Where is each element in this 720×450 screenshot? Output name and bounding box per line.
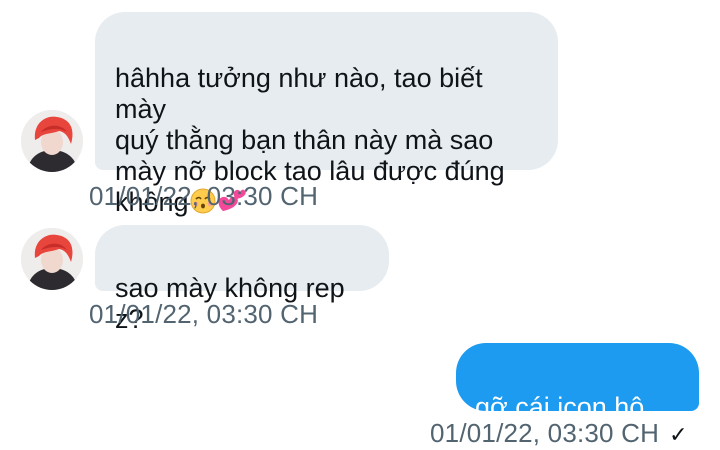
avatar[interactable] xyxy=(21,110,83,172)
message-bubble-incoming[interactable]: hâhha tưởng như nào, tao biết mày quý th… xyxy=(95,12,558,217)
message-timestamp: 01/01/22, 03:30 CH xyxy=(430,418,660,448)
user-photo-icon xyxy=(21,110,83,172)
message-timestamp: 01/01/22, 03:30 CH xyxy=(89,299,319,329)
user-photo-icon xyxy=(21,228,83,290)
message-bubble-outgoing[interactable]: gỡ cái icon hộ =)) xyxy=(456,343,699,450)
avatar[interactable] xyxy=(21,228,83,290)
message-bubble-incoming[interactable]: sao mày không rep z? xyxy=(95,225,389,334)
message-timestamp: 01/01/22, 03:30 CH xyxy=(89,181,319,211)
message-timestamp-row: 01/01/22, 03:30 CH ✓ xyxy=(430,418,688,449)
sent-check-icon: ✓ xyxy=(669,422,688,447)
dm-conversation: hâhha tưởng như nào, tao biết mày quý th… xyxy=(0,0,720,450)
